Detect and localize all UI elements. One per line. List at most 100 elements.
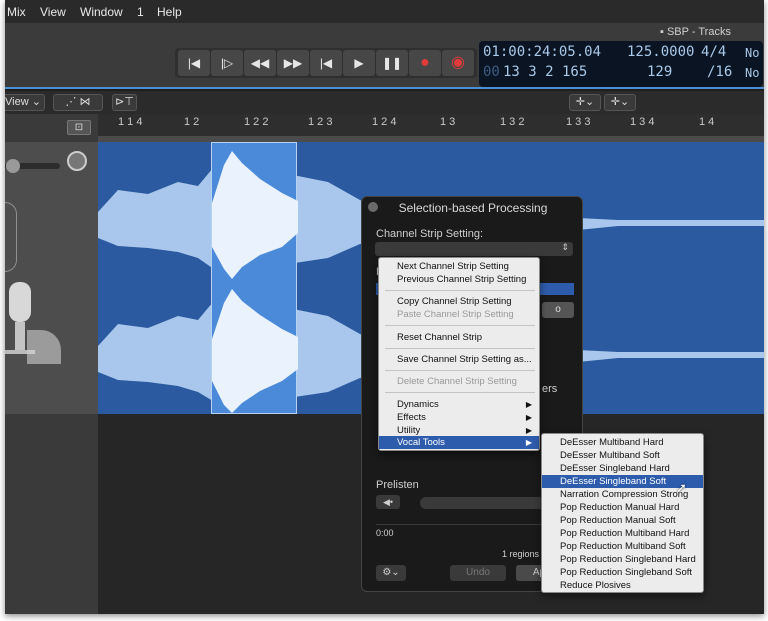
speaker-icon: ◀• bbox=[382, 497, 394, 507]
window-title: ▪ SBP - Tracks bbox=[660, 26, 731, 38]
menu-item-previous-setting[interactable]: Previous Channel Strip Setting bbox=[397, 274, 526, 287]
ruler-mark: 1 3 bbox=[440, 116, 456, 128]
lcd-time-signature: 4/4 bbox=[701, 44, 727, 60]
vocal-tools-submenu: DeEsser Multiband Hard DeEsser Multiband… bbox=[541, 433, 704, 593]
automation-button[interactable]: ⋰ ⋈ bbox=[53, 94, 103, 111]
fast-forward-button[interactable]: ▶▶ bbox=[277, 50, 309, 76]
hidden-text-fragment: ers bbox=[542, 383, 558, 395]
submenu-item[interactable]: DeEsser Multiband Hard bbox=[560, 437, 664, 448]
menu-1[interactable]: 1 bbox=[137, 5, 144, 19]
pan-knob[interactable] bbox=[67, 151, 87, 171]
hidden-button[interactable]: o bbox=[542, 302, 574, 318]
submenu-item[interactable]: Pop Reduction Singleband Hard bbox=[560, 554, 696, 565]
crosshair-icon: ✛⌄ bbox=[575, 96, 595, 108]
header-settings-button[interactable]: ⊡ bbox=[67, 120, 91, 135]
crosshair-icon-2: ✛⌄ bbox=[610, 96, 630, 108]
cycle-icon: |▷ bbox=[220, 56, 234, 70]
ruler-mark: 1 2 3 bbox=[308, 116, 333, 128]
ruler-mark: 1 4 bbox=[699, 116, 715, 128]
submenu-arrow-icon: ▶ bbox=[525, 426, 532, 435]
lcd-tempo: 125.0000 bbox=[627, 44, 695, 60]
ruler-mark: 1 3 4 bbox=[630, 116, 655, 128]
ruler-mark: 1 2 bbox=[184, 116, 200, 128]
skip-back-icon: |◀ bbox=[187, 56, 201, 70]
submenu-item[interactable]: Pop Reduction Singleband Soft bbox=[560, 567, 692, 578]
strip-setting-label: Channel Strip Setting: bbox=[376, 228, 484, 240]
submenu-item[interactable]: DeEsser Singleband Hard bbox=[560, 463, 670, 474]
cycle-button[interactable]: |▷ bbox=[211, 50, 243, 76]
flex-button[interactable]: ⊳⊤ bbox=[112, 94, 137, 111]
fast-forward-icon: ▶▶ bbox=[283, 56, 303, 70]
play-button[interactable]: ▶ bbox=[343, 50, 375, 76]
mouse-cursor-icon: ➚ bbox=[676, 480, 687, 495]
ruler-mark: 1 1 4 bbox=[118, 116, 143, 128]
submenu-item[interactable]: Narration Compression Strong bbox=[560, 489, 688, 500]
rewind-button[interactable]: ◀◀ bbox=[244, 50, 276, 76]
track-header[interactable] bbox=[5, 142, 98, 414]
transport-controls: |◀ |▷ ◀◀ ▶▶ |◀ ▶ ❚❚ ● ◉ bbox=[175, 48, 477, 78]
ruler-mark: 1 2 4 bbox=[372, 116, 397, 128]
pause-button[interactable]: ❚❚ bbox=[376, 50, 408, 76]
settings-gear-button[interactable]: ⚙⌄ bbox=[376, 565, 406, 581]
updown-chevron-icon: ⇕ bbox=[561, 242, 569, 252]
control-bar: ▪ SBP - Tracks |◀ |▷ ◀◀ ▶▶ |◀ ▶ ❚❚ ● ◉ 0… bbox=[5, 23, 764, 89]
menu-help[interactable]: Help bbox=[157, 5, 182, 19]
menu-separator bbox=[385, 392, 535, 393]
view-menu[interactable]: View ⌄ bbox=[5, 94, 45, 111]
record-button[interactable]: ● bbox=[409, 50, 441, 76]
submenu-item[interactable]: Pop Reduction Multiband Soft bbox=[560, 541, 686, 552]
prelisten-speaker-button[interactable]: ◀• bbox=[376, 495, 400, 509]
lcd-timecode: 01:00:24:05.04 bbox=[483, 44, 602, 60]
strip-setting-popup[interactable]: ⇕ bbox=[375, 242, 573, 256]
menu-item-save-setting[interactable]: Save Channel Strip Setting as... bbox=[397, 354, 532, 367]
lcd-no-2: No bbox=[745, 66, 760, 80]
submenu-item[interactable]: Pop Reduction Multiband Hard bbox=[560, 528, 689, 539]
submenu-arrow-icon: ▶ bbox=[525, 438, 532, 447]
panel-title: Selection-based Processing bbox=[398, 201, 548, 215]
rewind-icon: ◀◀ bbox=[250, 56, 270, 70]
menu-item-vocal-tools[interactable]: Vocal Tools ▶ bbox=[379, 436, 539, 449]
catch-icon: ⊡ bbox=[74, 122, 84, 133]
menu-separator bbox=[385, 325, 535, 326]
menu-item-copy-setting[interactable]: Copy Channel Strip Setting bbox=[397, 296, 512, 309]
selection-range[interactable] bbox=[211, 142, 298, 414]
menu-item-effects[interactable]: Effects bbox=[397, 412, 426, 425]
go-to-beginning-button[interactable]: |◀ bbox=[310, 50, 342, 76]
menu-item-paste-setting: Paste Channel Strip Setting bbox=[397, 309, 514, 320]
submenu-arrow-icon: ▶ bbox=[525, 413, 532, 422]
ruler-mark: 1 2 2 bbox=[244, 116, 269, 128]
submenu-item[interactable]: DeEsser Multiband Soft bbox=[560, 450, 660, 461]
menu-separator bbox=[385, 290, 535, 291]
lcd-bars: 13 3 2 165 bbox=[503, 64, 588, 80]
menu-item-delete-setting: Delete Channel Strip Setting bbox=[397, 376, 517, 387]
pause-icon: ❚❚ bbox=[381, 56, 403, 70]
automation-icon: ⋰ ⋈ bbox=[65, 96, 91, 108]
lcd-display[interactable]: 01:00:24:05.04 00 13 3 2 165 125.0000 12… bbox=[479, 41, 763, 87]
undo-button[interactable]: Undo bbox=[450, 565, 506, 581]
track-header-panel: ⊡ bbox=[5, 114, 98, 614]
menu-window[interactable]: Window bbox=[80, 5, 123, 19]
menu-item-next-setting[interactable]: Next Channel Strip Setting bbox=[397, 261, 509, 274]
command-tool-menu[interactable]: ✛⌄ bbox=[604, 94, 636, 111]
gear-icon: ⚙⌄ bbox=[382, 567, 400, 578]
ruler-mark: 1 3 3 bbox=[566, 116, 591, 128]
channel-strip-context-menu: Next Channel Strip Setting Previous Chan… bbox=[378, 257, 540, 451]
chevron-down-icon: ⌄ bbox=[31, 96, 41, 108]
menu-item-reset-strip[interactable]: Reset Channel Strip bbox=[397, 332, 482, 345]
play-icon: ▶ bbox=[354, 56, 364, 70]
menu-view[interactable]: View bbox=[40, 5, 66, 19]
timeline-ruler[interactable]: 1 1 4 1 2 1 2 2 1 2 3 1 2 4 1 3 1 3 2 1 … bbox=[98, 114, 764, 142]
submenu-item[interactable]: Pop Reduction Manual Hard bbox=[560, 502, 679, 513]
menu-item-dynamics[interactable]: Dynamics bbox=[397, 399, 439, 412]
menu-mix[interactable]: Mix bbox=[7, 5, 26, 19]
replace-button[interactable]: ◉ bbox=[442, 50, 474, 76]
lcd-no-1: No bbox=[745, 46, 760, 60]
go-to-start-button[interactable]: |◀ bbox=[178, 50, 210, 76]
pointer-tool-menu[interactable]: ✛⌄ bbox=[569, 94, 601, 111]
volume-slider-thumb[interactable] bbox=[6, 159, 20, 173]
selected-waveform bbox=[212, 151, 298, 413]
menu-item-vocal-tools-label: Vocal Tools bbox=[397, 437, 445, 448]
replace-record-icon: ◉ bbox=[451, 54, 465, 71]
submenu-item[interactable]: Pop Reduction Manual Soft bbox=[560, 515, 676, 526]
submenu-item[interactable]: Reduce Plosives bbox=[560, 580, 631, 591]
